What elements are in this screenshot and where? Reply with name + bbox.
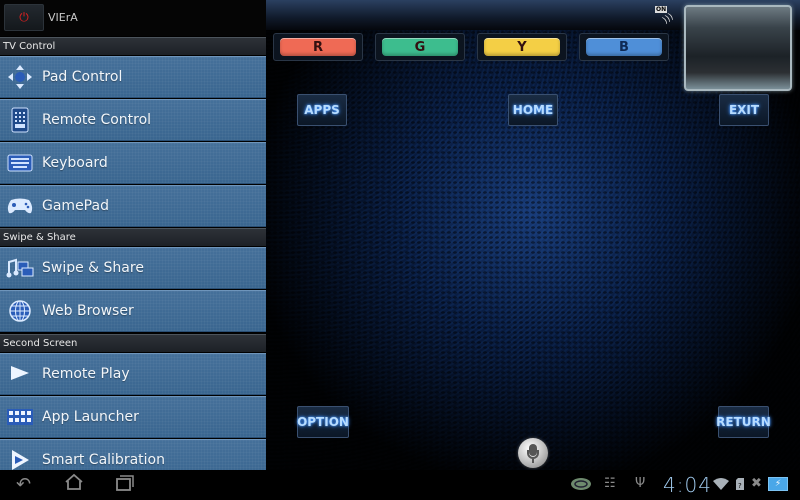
sidebar-item-app-launcher[interactable]: App Launcher: [0, 396, 266, 438]
back-icon[interactable]: ↶: [16, 474, 31, 495]
signal-icon: ))): [661, 11, 676, 27]
keyboard-icon: [6, 149, 34, 177]
android-debug-icon[interactable]: ☷: [604, 476, 616, 491]
sidebar-item-label: App Launcher: [42, 409, 139, 425]
sidebar-item-pad-control[interactable]: Pad Control: [0, 56, 266, 98]
section-header-swipe-share: Swipe & Share: [0, 228, 266, 246]
tv-connection-status-icon: ON ))): [655, 6, 677, 27]
blue-button[interactable]: B: [586, 38, 662, 56]
calibration-icon: [6, 446, 34, 470]
tv-preview-window[interactable]: [684, 5, 792, 91]
green-button[interactable]: G: [382, 38, 458, 56]
usb-icon[interactable]: Ψ: [635, 476, 645, 491]
sidebar-item-label: Pad Control: [42, 69, 123, 85]
blue-button-frame: B: [579, 33, 669, 61]
red-button-frame: R: [273, 33, 363, 61]
apps-button[interactable]: APPS: [297, 94, 347, 126]
exit-button[interactable]: EXIT: [719, 94, 769, 126]
sidebar-item-keyboard[interactable]: Keyboard: [0, 142, 266, 184]
green-button-frame: G: [375, 33, 465, 61]
power-button[interactable]: ⏻: [4, 4, 44, 31]
app-notification-icon[interactable]: [570, 476, 592, 496]
sidebar-item-remote-control[interactable]: Remote Control: [0, 99, 266, 141]
sidebar-item-label: GamePad: [42, 198, 109, 214]
sidebar-item-label: Remote Control: [42, 112, 152, 128]
return-button[interactable]: RETURN: [716, 406, 771, 438]
sidebar-item-label: Swipe & Share: [42, 260, 144, 276]
yellow-button-frame: Y: [477, 33, 567, 61]
section-header-second-screen: Second Screen: [0, 334, 266, 352]
app-grid-icon: [6, 403, 34, 431]
sidebar-menu: ⏻ VIErA TV Control Pad Control Remote Co…: [0, 0, 266, 470]
sidebar-item-gamepad[interactable]: GamePad: [0, 185, 266, 227]
recent-apps-icon[interactable]: [116, 475, 134, 495]
app-root: ON ))) R G Y B APPS HOME EXIT OPTION RET…: [0, 0, 800, 500]
sidebar-item-swipe-share[interactable]: Swipe & Share: [0, 247, 266, 289]
option-button[interactable]: OPTION: [297, 406, 349, 438]
remote-icon: [6, 106, 34, 134]
home-icon[interactable]: [64, 473, 84, 495]
tv-status-label: ON: [655, 6, 668, 13]
sd-card-icon[interactable]: ?: [735, 476, 745, 495]
wifi-icon[interactable]: [712, 476, 730, 495]
clock[interactable]: 4:04: [663, 473, 712, 497]
svg-text:?: ?: [738, 482, 742, 490]
battery-charging-icon[interactable]: ⚡: [768, 477, 788, 491]
yellow-button[interactable]: Y: [484, 38, 560, 56]
sidebar-item-remote-play[interactable]: Remote Play: [0, 353, 266, 395]
app-title: VIErA: [48, 11, 78, 24]
play-icon: [6, 360, 34, 388]
globe-icon: [6, 297, 34, 325]
media-share-icon: [6, 254, 34, 282]
gamepad-icon: [6, 192, 34, 220]
mute-icon[interactable]: ✖: [751, 476, 762, 491]
sidebar-item-label: Smart Calibration: [42, 452, 165, 468]
sidebar-item-smart-calibration[interactable]: Smart Calibration: [0, 439, 266, 470]
sidebar-item-label: Keyboard: [42, 155, 108, 171]
sidebar-item-web-browser[interactable]: Web Browser: [0, 290, 266, 332]
section-header-tv-control: TV Control: [0, 37, 266, 55]
power-icon: ⏻: [19, 10, 29, 24]
red-button[interactable]: R: [280, 38, 356, 56]
sidebar-item-label: Web Browser: [42, 303, 134, 319]
sidebar-item-label: Remote Play: [42, 366, 130, 382]
microphone-button[interactable]: [518, 438, 548, 468]
sidebar-header: ⏻ VIErA: [0, 0, 266, 36]
dpad-icon: [6, 63, 34, 91]
home-button[interactable]: HOME: [508, 94, 558, 126]
